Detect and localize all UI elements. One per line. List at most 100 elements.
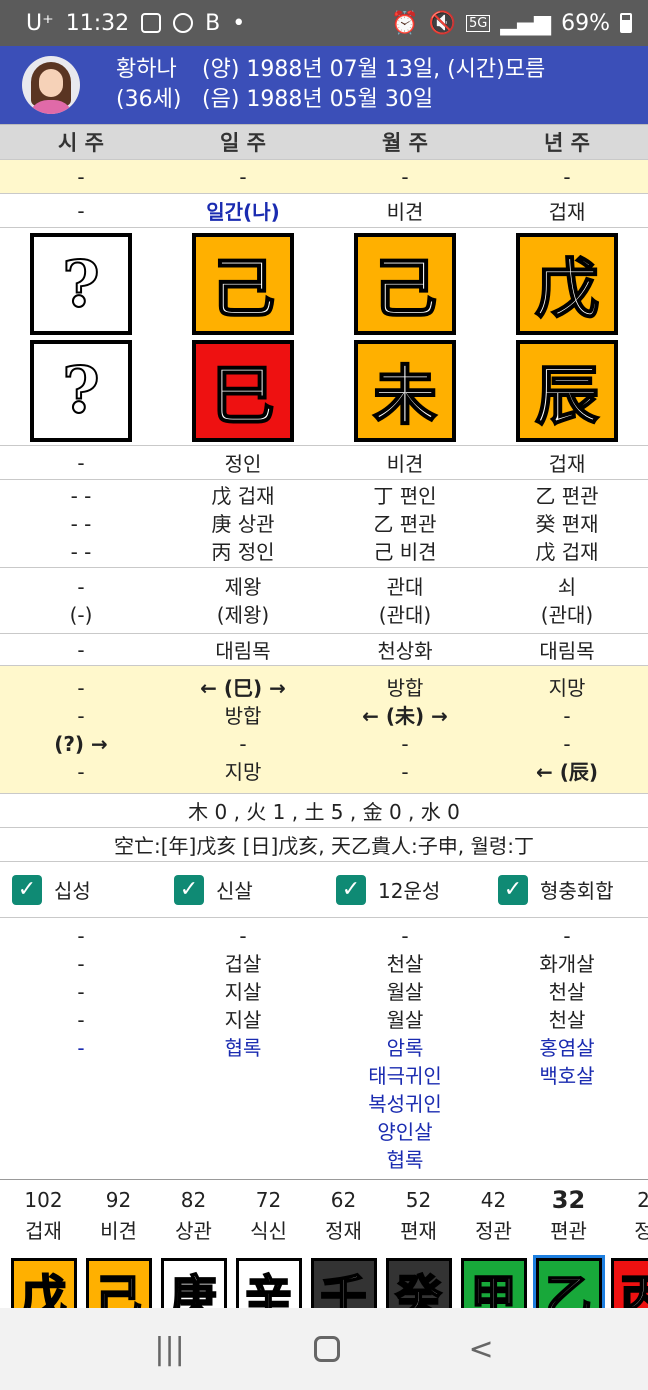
daeun-age: 62 xyxy=(330,1188,357,1212)
jijanggan-item: 乙 편관 xyxy=(373,511,437,536)
daeun-item[interactable]: 92 비견 己 xyxy=(81,1180,156,1324)
daeun-label: 상관 xyxy=(175,1219,212,1243)
jijanggan-item: 乙 편관 xyxy=(535,483,599,508)
daeun-item[interactable]: 102 겁재 戊 xyxy=(6,1180,81,1324)
daeun-item[interactable]: 52 편재 癸 xyxy=(381,1180,456,1324)
jijanggan-item: 戊 겁재 xyxy=(211,483,275,508)
check-icon[interactable]: ✓ xyxy=(336,874,366,905)
sinsal-extra: 태극귀인 xyxy=(368,1064,442,1088)
unsung-item: (관대) xyxy=(540,602,594,627)
col-year: 년 주 xyxy=(544,131,590,155)
napeum-cell: 천상화 xyxy=(377,639,433,663)
jijanggan-item: 庚 상관 xyxy=(211,511,275,536)
lunar-date: 1988년 05월 30일 xyxy=(246,87,434,112)
checkbox-label: 신살 xyxy=(216,879,253,903)
hapchung-item: 방합 xyxy=(386,675,424,700)
stem-box[interactable]: 己 xyxy=(192,233,294,335)
daeun-label: 겁재 xyxy=(25,1219,62,1243)
daeun-age: 42 xyxy=(480,1188,507,1212)
branch-box[interactable]: 辰 xyxy=(516,339,618,442)
pillar-header-row: 시 주 일 주 월 주 년 주 xyxy=(0,124,648,160)
branch-box[interactable]: 巳 xyxy=(192,339,294,442)
hapchung-item: 방합 xyxy=(224,703,262,728)
hapchung-item: 지망 xyxy=(548,675,586,700)
sinsal-extra: 복성귀인 xyxy=(368,1092,442,1116)
stem-sipsung: - xyxy=(77,198,85,223)
branch-sipsung: 비견 xyxy=(386,452,424,476)
hapchung-item: - xyxy=(563,703,571,728)
clock: 11:32 xyxy=(65,10,130,36)
stem-box[interactable]: ? xyxy=(30,233,132,335)
unsung-row: - (-) 제왕 (제왕) 관대 (관대) 쇠 (관대) xyxy=(0,568,648,634)
daeun-age: 32 xyxy=(551,1186,586,1214)
sinsal-item: 월살 xyxy=(386,980,424,1004)
napeum-cell: 대림목 xyxy=(215,639,271,663)
gallery-icon xyxy=(141,13,162,33)
daeun-age: 52 xyxy=(405,1188,432,1212)
sinsal-item: 지살 xyxy=(224,1008,262,1032)
checkbox-sinsal[interactable]: ✓ 신살 xyxy=(162,874,324,905)
jijanggan-item: 癸 편재 xyxy=(535,511,599,536)
daeun-item[interactable]: 82 상관 庚 xyxy=(156,1180,231,1324)
stem-sipsung: 겁재 xyxy=(548,200,586,224)
ohaeng-summary: 木 0 , 火 1 , 土 5 , 金 0 , 水 0 xyxy=(188,800,460,824)
check-icon[interactable]: ✓ xyxy=(12,874,42,905)
branch-sipsung-row: - 정인 비견 겁재 xyxy=(0,446,648,480)
avatar-icon[interactable] xyxy=(22,56,80,114)
hapchung-item: ← (巳) → xyxy=(200,675,286,700)
daeun-strip[interactable]: 102 겁재 戊 92 비견 己 82 상관 庚 72 식신 辛 62 정재 壬 52 편재 癸 42 정관 甲 32 편관… xyxy=(0,1180,648,1324)
daeun-label: 식신 xyxy=(250,1219,287,1243)
top-cell: - xyxy=(239,164,247,189)
profile-name: 황하나 xyxy=(116,57,177,82)
android-nav-bar: ||| < xyxy=(0,1308,648,1390)
stem-box[interactable]: 己 xyxy=(354,233,456,335)
carrier-label: U⁺ xyxy=(26,10,54,36)
hapchung-item: - xyxy=(401,759,409,784)
profile-header: 황하나 (양) 1988년 07월 13일, (시간)모름 (36세) (음) 19… xyxy=(0,46,648,124)
branch-sipsung: 겁재 xyxy=(548,452,586,476)
unsung-item: (제왕) xyxy=(216,602,270,627)
branch-row: ? 巳 未 辰 xyxy=(0,336,648,446)
lunar-label: (음) xyxy=(202,87,240,112)
alarm-icon: ⏰ xyxy=(391,10,419,36)
jijanggan-item: - - xyxy=(70,483,92,508)
sinsal-extra: - xyxy=(77,1036,85,1060)
daeun-label: 비견 xyxy=(100,1219,137,1243)
top-cell: - xyxy=(77,164,85,189)
daeun-label: 편재 xyxy=(400,1219,437,1243)
branch-box[interactable]: ? xyxy=(30,339,132,442)
daeun-label: 정관 xyxy=(475,1219,512,1243)
check-icon[interactable]: ✓ xyxy=(174,874,204,905)
back-icon[interactable]: < xyxy=(468,1332,493,1367)
hapchung-item: 지망 xyxy=(224,759,262,784)
branch-box[interactable]: 未 xyxy=(354,339,456,442)
daeun-item[interactable]: 32 편관 乙 xyxy=(531,1180,606,1324)
daeun-item[interactable]: 42 정관 甲 xyxy=(456,1180,531,1324)
checkbox-sipsung[interactable]: ✓ 십성 xyxy=(0,874,162,905)
check-icon[interactable]: ✓ xyxy=(498,874,528,905)
recents-icon[interactable]: ||| xyxy=(154,1332,184,1367)
daeun-item[interactable]: 72 식신 辛 xyxy=(231,1180,306,1324)
battery-level: 69% xyxy=(561,10,610,36)
sinsal-item: 겁살 xyxy=(224,952,262,976)
daeun-age: 2 xyxy=(637,1188,648,1212)
daeun-age: 72 xyxy=(255,1188,282,1212)
home-icon[interactable] xyxy=(313,1336,340,1362)
stem-row: ? 己 己 戊 xyxy=(0,232,648,336)
sinsal-item: 천살 xyxy=(548,980,586,1004)
daeun-item[interactable]: 2정丙 xyxy=(606,1180,648,1324)
checkbox-unsung[interactable]: ✓ 12운성 xyxy=(324,874,486,905)
jijanggan-item: 丁 편인 xyxy=(373,483,437,508)
jijanggan-item: 丙 정인 xyxy=(211,539,275,564)
signal-icon: ▂▄▆ xyxy=(500,10,552,36)
branch-sipsung: 정인 xyxy=(224,452,262,476)
status-bar: U⁺ 11:32 B • ⏰ 🔇 5G ▂▄▆ 69% xyxy=(0,0,648,46)
stem-box[interactable]: 戊 xyxy=(516,233,618,335)
sinsal-extra: 백호살 xyxy=(539,1064,595,1088)
battery-icon xyxy=(620,13,632,33)
gongmang-summary: 空亡:[年]戊亥 [日]戊亥, 天乙貴人:子申, 월령:丁 xyxy=(113,834,534,858)
stem-sipsung-self: 일간(나) xyxy=(206,200,280,224)
checkbox-hapchung[interactable]: ✓ 형충회합 xyxy=(486,874,648,905)
hapchung-item: ← (未) → xyxy=(362,703,448,728)
daeun-item[interactable]: 62 정재 壬 xyxy=(306,1180,381,1324)
